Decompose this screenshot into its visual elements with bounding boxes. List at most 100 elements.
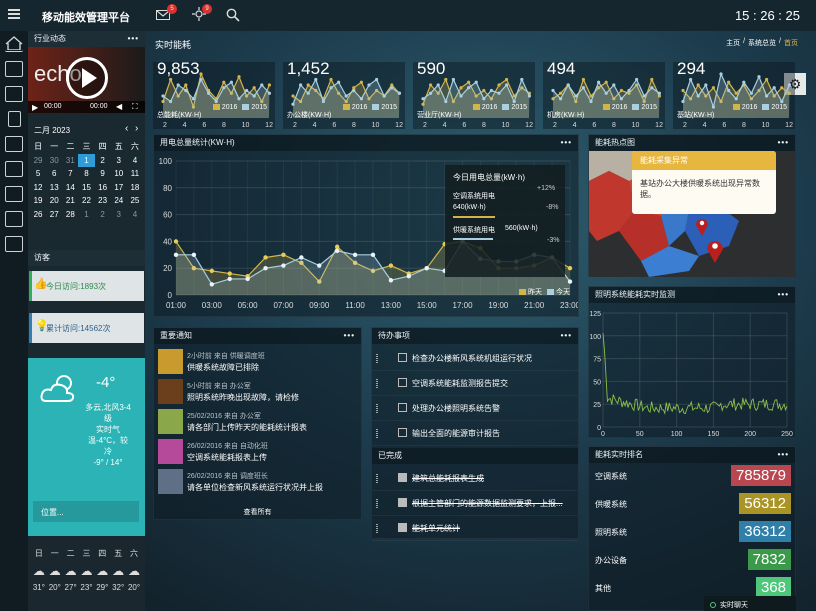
todo-item[interactable]: 根据主管部门的能源数据监测要求，上报...: [372, 491, 578, 516]
calendar-day[interactable]: 6: [46, 167, 62, 181]
calendar-day[interactable]: 29: [30, 154, 46, 168]
notice-item[interactable]: 26/02/2016 来自 自动化班 空调系统能耗报表上传: [154, 437, 361, 467]
play-icon[interactable]: [66, 57, 108, 99]
video-player[interactable]: echo ▶ 00:00 00:00 ◀ ⛶: [28, 47, 145, 113]
calendar-day[interactable]: 22: [78, 194, 94, 208]
energy-tile[interactable]: 294 基站(KW·H) 2016 2015 2 4 6 8 10 12: [673, 59, 795, 129]
todo-item[interactable]: 能耗单元统计: [372, 516, 578, 541]
calendar-day[interactable]: 5: [30, 167, 46, 181]
calendar-day[interactable]: 31: [62, 154, 78, 168]
menu-icon[interactable]: [8, 9, 20, 19]
light-x-tick: 250: [781, 431, 793, 438]
calendar-prev-icon[interactable]: ‹: [125, 123, 128, 134]
todo-item[interactable]: 处理办公楼照明系统告警: [372, 396, 578, 421]
weather-small-icon: ☁: [96, 564, 109, 578]
folder-icon[interactable]: [5, 186, 23, 202]
calendar-day[interactable]: 18: [127, 181, 143, 195]
chat-button[interactable]: 实时聊天: [704, 596, 796, 611]
calendar-day[interactable]: 7: [62, 167, 78, 181]
notice-item[interactable]: 26/02/2016 来自 调度班长 请各单位检查新风系统运行状况并上报: [154, 467, 361, 497]
calendar-day[interactable]: 3: [111, 154, 127, 168]
drag-handle-icon[interactable]: [376, 354, 378, 363]
monitor-icon[interactable]: [5, 136, 23, 152]
drag-handle-icon[interactable]: [376, 499, 378, 508]
calendar-day[interactable]: 25: [127, 194, 143, 208]
calendar-day[interactable]: 9: [95, 167, 111, 181]
energy-tile[interactable]: 9,853 总能耗(KW·H) 2016 2015 2 4 6 8 10 12: [153, 59, 275, 129]
calendar-day[interactable]: 15: [78, 181, 94, 195]
volume-icon[interactable]: ◀: [116, 102, 122, 111]
calendar-next-icon[interactable]: ›: [135, 123, 138, 134]
notice-meta: 26/02/2016 来自 调度班长: [187, 473, 268, 480]
calendar-day[interactable]: 13: [46, 181, 62, 195]
calendar-day[interactable]: 2: [95, 208, 111, 222]
calendar-day[interactable]: 1: [78, 153, 95, 167]
calendar-day[interactable]: 4: [127, 208, 143, 222]
energy-tile[interactable]: 590 营业厅(KW·H) 2016 2015 2 4 6 8 10 12: [413, 59, 535, 129]
energy-tile[interactable]: 1,452 办公楼(KW·H) 2016 2015 2 4 6 8 10 12: [283, 59, 405, 129]
calendar-day[interactable]: 3: [111, 208, 127, 222]
search-icon[interactable]: [226, 8, 240, 22]
document-icon[interactable]: [7, 111, 21, 127]
drag-handle-icon[interactable]: [376, 404, 378, 413]
calendar-day[interactable]: 17: [111, 181, 127, 195]
calendar-day[interactable]: 14: [62, 181, 78, 195]
light-x-tick: 200: [744, 431, 756, 438]
notices-more-link[interactable]: 查看所有: [154, 507, 361, 517]
todo-checkbox[interactable]: [398, 378, 407, 387]
drag-handle-icon[interactable]: [376, 429, 378, 438]
calendar-icon[interactable]: [5, 211, 23, 227]
notice-item[interactable]: 2小时前 来自 供暖调度班 供暖系统故障已排除: [154, 347, 361, 377]
drag-handle-icon[interactable]: [376, 524, 378, 533]
calendar-day[interactable]: 26: [30, 208, 46, 222]
building-icon[interactable]: [5, 161, 23, 177]
play-small-icon[interactable]: ▶: [32, 103, 38, 112]
calendar-day[interactable]: 21: [62, 194, 78, 208]
calendar-day[interactable]: 1: [78, 208, 94, 222]
calendar-day[interactable]: 4: [127, 154, 143, 168]
todo-item[interactable]: 检查办公楼新风系统机组运行状况: [372, 346, 578, 371]
calendar-day[interactable]: 2: [95, 154, 111, 168]
todo-checkbox[interactable]: [398, 403, 407, 412]
location-input[interactable]: 位置...: [33, 501, 139, 522]
notice-item[interactable]: 25/02/2016 来自 办公室 请各部门上传昨天的能耗统计报表: [154, 407, 361, 437]
todo-checkbox[interactable]: [398, 523, 407, 532]
todo-checkbox[interactable]: [398, 428, 407, 437]
list-icon[interactable]: [5, 236, 23, 252]
map-pin-icon[interactable]: [706, 237, 724, 263]
calendar-day[interactable]: 20: [46, 194, 62, 208]
todo-checkbox[interactable]: [398, 473, 407, 482]
calendar-day[interactable]: 16: [95, 181, 111, 195]
drag-handle-icon[interactable]: [376, 379, 378, 388]
grid-icon[interactable]: [5, 86, 23, 102]
text-icon[interactable]: [5, 61, 23, 77]
calendar-day[interactable]: 28: [62, 208, 78, 222]
calendar-day[interactable]: 30: [46, 154, 62, 168]
calendar-day[interactable]: 12: [30, 181, 46, 195]
todo-item[interactable]: 输出全面的能源审计报告: [372, 421, 578, 446]
energy-tile[interactable]: 494 机房(KW·H) 2016 2015 2 4 6 8 10 12: [543, 59, 665, 129]
tile-point: [390, 83, 394, 87]
home-icon[interactable]: [5, 36, 23, 52]
todo-checkbox[interactable]: [398, 353, 407, 362]
todo-item[interactable]: 建筑总能耗报表生成: [372, 466, 578, 491]
calendar-day[interactable]: 8: [78, 167, 94, 181]
todo-item[interactable]: 空调系统能耗监测报告提交: [372, 371, 578, 396]
calendar-day[interactable]: 10: [111, 167, 127, 181]
calendar-day[interactable]: 11: [127, 167, 143, 181]
light-y-tick: 50: [593, 379, 601, 386]
video-controls: ▶ 00:00 00:00 ◀ ⛶: [28, 101, 145, 113]
calendar-day[interactable]: 19: [30, 194, 46, 208]
data-point: [263, 266, 268, 271]
calendar-day[interactable]: 23: [95, 194, 111, 208]
drag-handle-icon[interactable]: [376, 474, 378, 483]
breadcrumb-home[interactable]: 主页: [726, 38, 740, 48]
calendar-day[interactable]: 24: [111, 194, 127, 208]
heatmap-tooltip: 能耗采集异常 基站办公大楼供暖系统出现异常数据。: [632, 151, 776, 214]
calendar-day[interactable]: 27: [46, 208, 62, 222]
notice-item[interactable]: 5小时前 来自 办公室 照明系统昨晚出现故障，请检修: [154, 377, 361, 407]
fullscreen-icon[interactable]: ⛶: [132, 102, 138, 112]
map-pin-icon[interactable]: [695, 216, 709, 236]
breadcrumb-section[interactable]: 系统总览: [748, 38, 776, 48]
todo-checkbox[interactable]: [398, 498, 407, 507]
